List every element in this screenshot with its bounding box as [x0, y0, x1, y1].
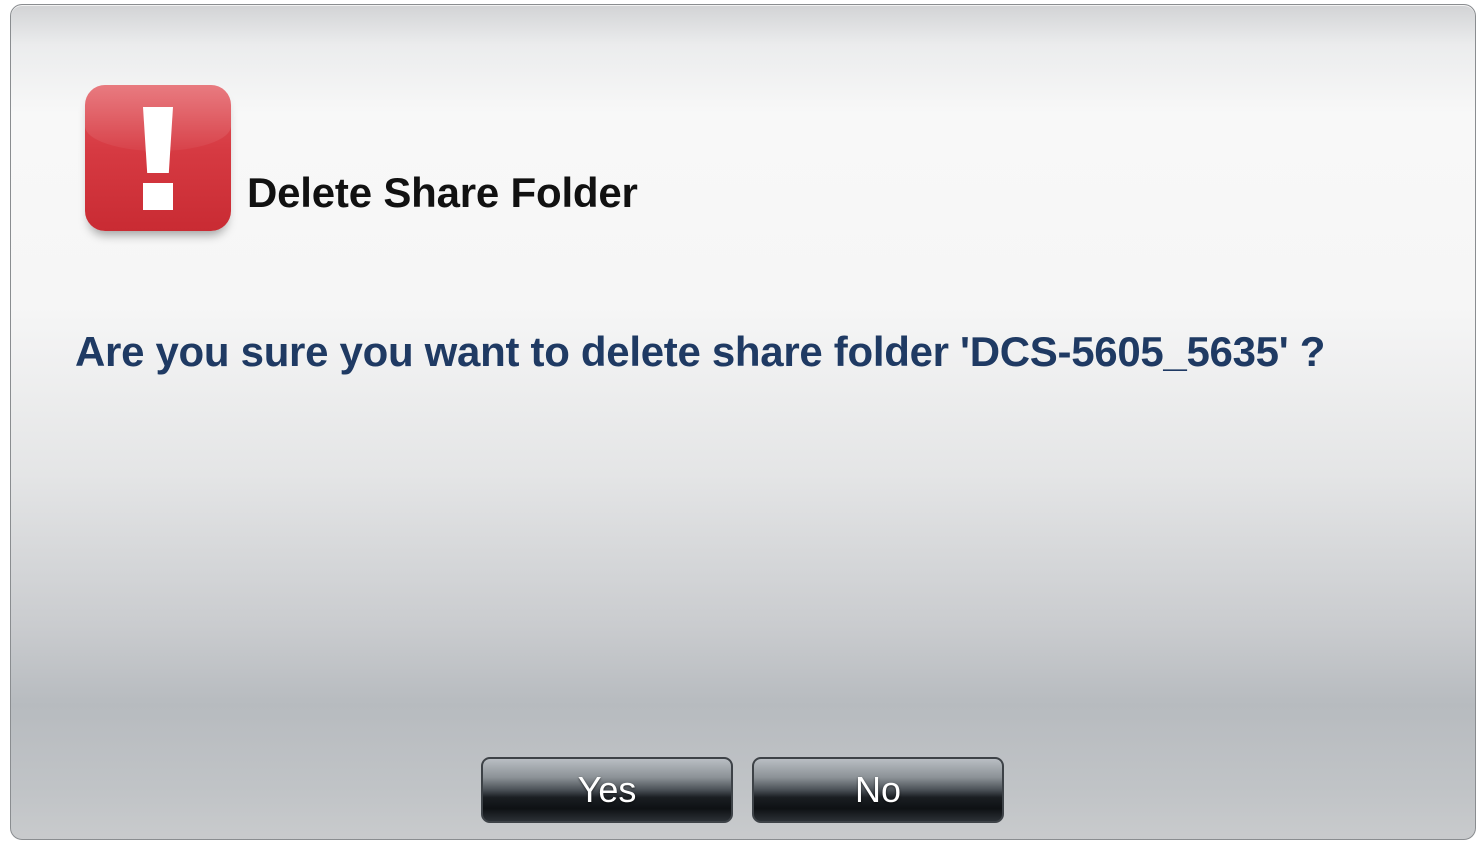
confirm-message: Are you sure you want to delete share fo…	[75, 328, 1326, 375]
yes-button[interactable]: Yes	[481, 757, 733, 823]
no-button[interactable]: No	[752, 757, 1004, 823]
exclamation-dot	[143, 183, 173, 210]
exclamation-bar	[143, 107, 173, 173]
dialog-title: Delete Share Folder	[247, 169, 638, 216]
confirm-delete-dialog: Delete Share Folder Are you sure you wan…	[10, 4, 1476, 840]
exclamation-alert-icon	[85, 85, 231, 231]
